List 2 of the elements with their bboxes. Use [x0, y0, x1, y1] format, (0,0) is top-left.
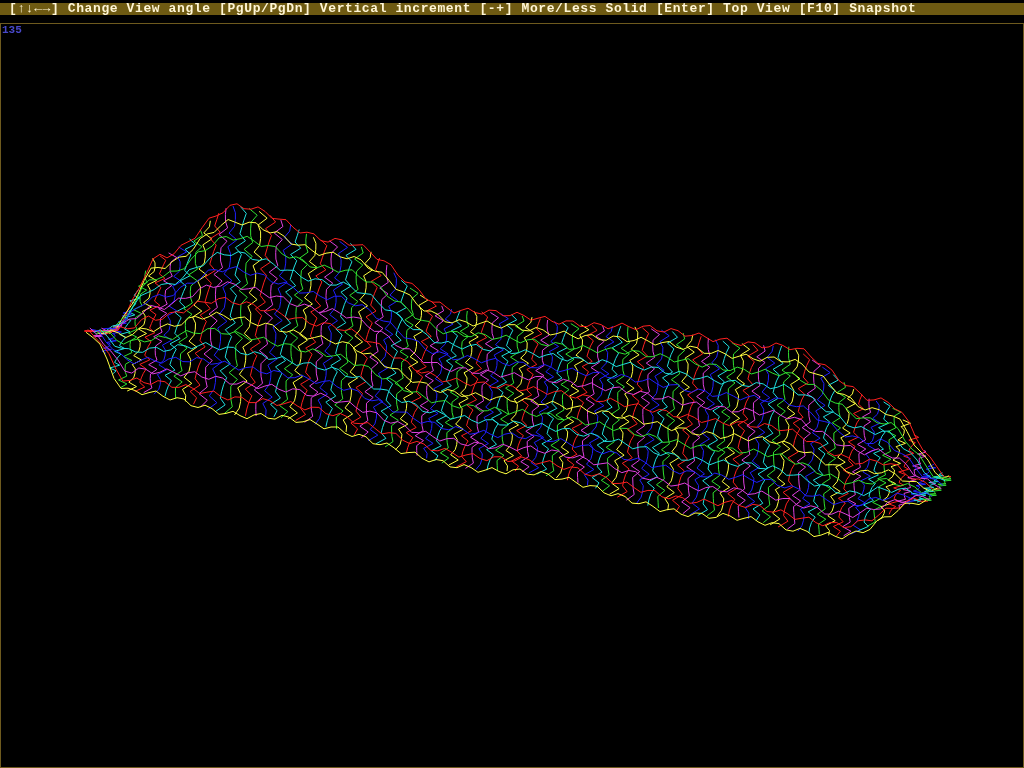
angle-readout: 135 — [1, 24, 22, 36]
keyboard-help-text: [↑↓←→] Change View angle [PgUp/PgDn] Vertical increment [-+] More/Less Solid [Enter] Top View [F10] Snapshot — [9, 3, 917, 15]
